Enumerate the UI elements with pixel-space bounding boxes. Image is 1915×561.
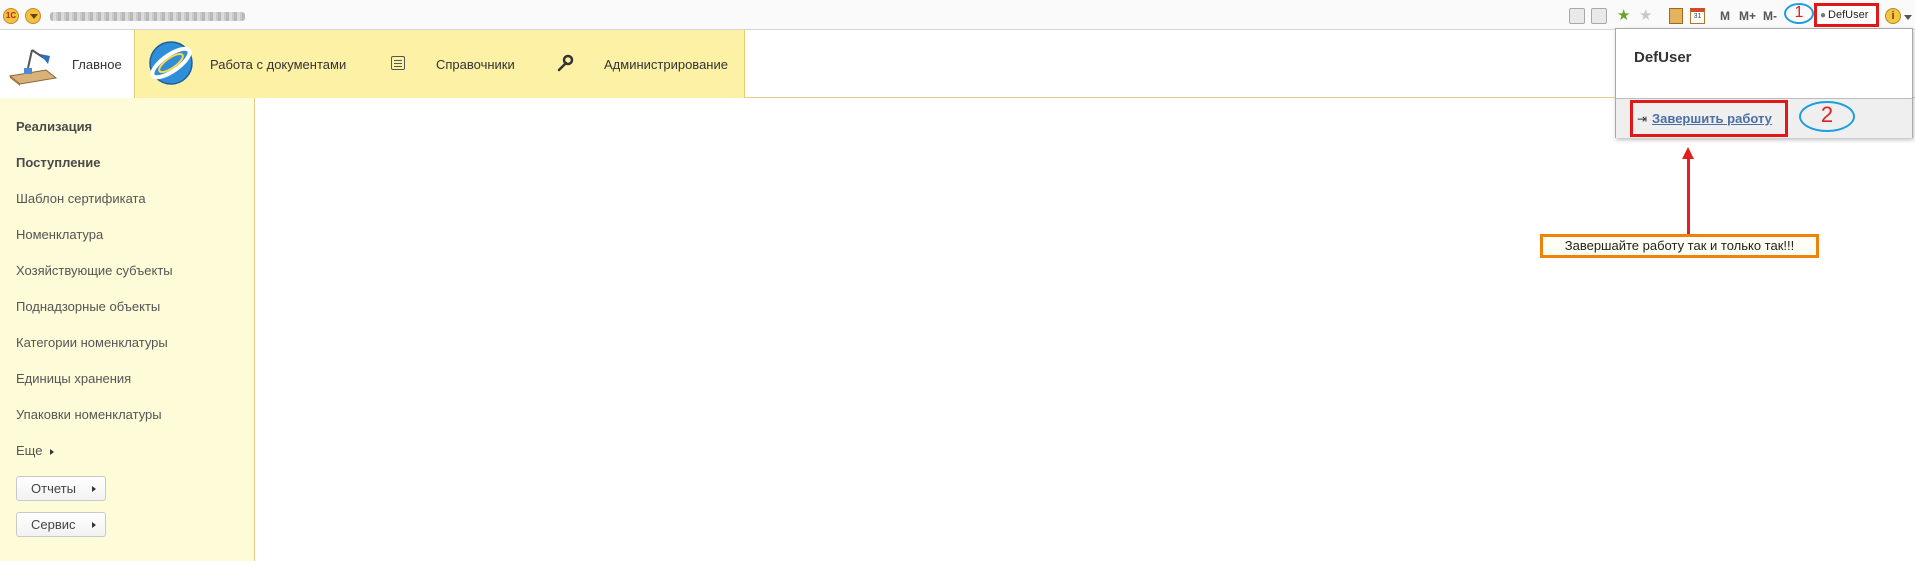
current-user-button[interactable]: ● DefUser bbox=[1814, 3, 1879, 27]
calculator-icon[interactable] bbox=[1669, 8, 1683, 24]
documents-icon bbox=[149, 41, 193, 85]
nav-item-business-entities[interactable]: Хозяйствующие субъекты bbox=[16, 263, 173, 278]
user-icon: ● bbox=[1820, 10, 1827, 21]
reports-button[interactable]: Отчеты bbox=[16, 476, 106, 501]
main-menu-icon[interactable] bbox=[25, 8, 41, 24]
chevron-right-icon bbox=[92, 486, 96, 492]
print-icon[interactable] bbox=[1591, 8, 1607, 24]
nav-item-nomenclature-packaging[interactable]: Упаковки номенклатуры bbox=[16, 407, 162, 422]
memory-button[interactable]: M bbox=[1720, 9, 1730, 23]
memory-add-button[interactable]: M+ bbox=[1739, 9, 1756, 23]
current-user-label: DefUser bbox=[1828, 9, 1869, 21]
save-icon[interactable] bbox=[1569, 8, 1585, 24]
user-popup: DefUser ⇥ Завершить работу bbox=[1615, 28, 1913, 138]
exit-icon: ⇥ bbox=[1637, 112, 1648, 126]
calendar-icon[interactable]: 31 bbox=[1690, 8, 1705, 24]
popup-footer: ⇥ Завершить работу bbox=[1616, 98, 1912, 138]
section-navigation: Реализация Поступление Шаблон сертификат… bbox=[0, 98, 255, 561]
service-button[interactable]: Сервис bbox=[16, 512, 106, 537]
section-home[interactable]: Главное bbox=[0, 30, 135, 98]
nav-item-sales[interactable]: Реализация bbox=[16, 119, 92, 134]
nav-item-storage-units[interactable]: Единицы хранения bbox=[16, 371, 131, 386]
chevron-right-icon bbox=[50, 448, 55, 455]
app-logo-icon[interactable]: 1C bbox=[3, 8, 19, 24]
service-button-label: Сервис bbox=[31, 517, 76, 532]
nav-item-certificate-template[interactable]: Шаблон сертификата bbox=[16, 191, 146, 206]
section-references-label: Справочники bbox=[436, 56, 515, 72]
nav-item-nomenclature-categories[interactable]: Категории номенклатуры bbox=[16, 335, 168, 350]
popup-user-name: DefUser bbox=[1634, 49, 1692, 66]
memory-subtract-button[interactable]: M- bbox=[1763, 9, 1777, 23]
annotation-note: Завершайте работу так и только так!!! bbox=[1540, 234, 1819, 258]
nav-more-label: Еще bbox=[16, 443, 43, 458]
nav-item-nomenclature[interactable]: Номенклатура bbox=[16, 227, 103, 242]
section-home-label: Главное bbox=[72, 56, 122, 72]
add-to-favorites-icon[interactable]: ★ bbox=[1639, 6, 1652, 24]
section-admin-label: Администрирование bbox=[604, 56, 728, 72]
logout-highlight: ⇥ Завершить работу bbox=[1630, 100, 1788, 137]
section-documents-label: Работа с документами bbox=[210, 56, 347, 72]
section-references[interactable]: Справочники bbox=[387, 30, 537, 98]
annotation-marker-2: 2 bbox=[1799, 101, 1855, 132]
favorites-icon[interactable]: ★ bbox=[1617, 6, 1630, 24]
annotation-arrow bbox=[1687, 158, 1690, 234]
window-title-obscured bbox=[50, 12, 245, 21]
desk-lamp-icon bbox=[8, 49, 58, 86]
reports-button-label: Отчеты bbox=[31, 481, 76, 496]
wrench-icon bbox=[557, 54, 574, 72]
nav-item-supervised-objects[interactable]: Поднадзорные объекты bbox=[16, 299, 160, 314]
chevron-right-icon bbox=[92, 522, 96, 528]
info-icon[interactable]: i bbox=[1885, 8, 1901, 24]
logout-link[interactable]: Завершить работу bbox=[1652, 111, 1772, 126]
chevron-down-icon[interactable] bbox=[1904, 15, 1912, 20]
nav-more-link[interactable]: Еще bbox=[16, 443, 55, 458]
title-bar: 1C ★ ★ 31 M M+ M- 1 ● DefUser i bbox=[0, 0, 1915, 30]
references-icon bbox=[391, 56, 405, 70]
nav-item-receipts[interactable]: Поступление bbox=[16, 155, 101, 170]
annotation-marker-1: 1 bbox=[1784, 3, 1814, 24]
